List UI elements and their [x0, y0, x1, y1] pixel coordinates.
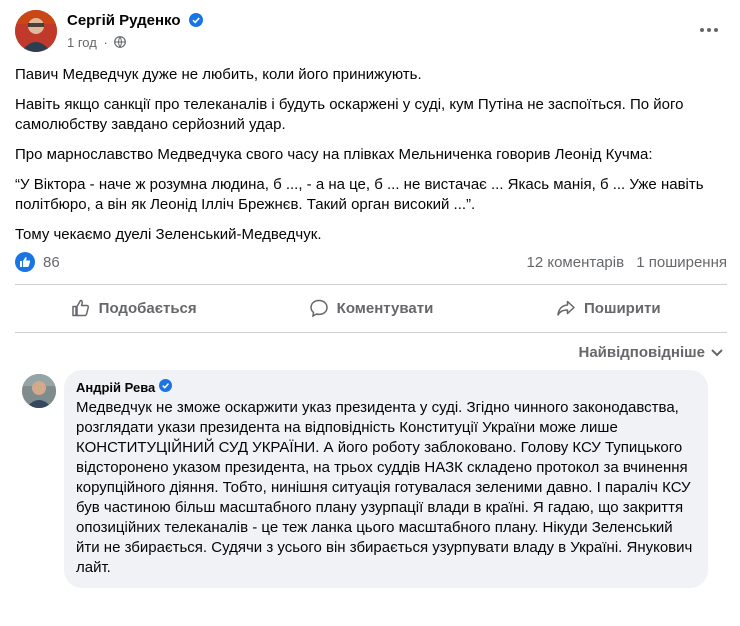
comment-label: Коментувати	[336, 299, 434, 317]
post-paragraph: Павич Медведчук дуже не любить, коли йог…	[15, 66, 422, 83]
more-dot-icon	[714, 28, 718, 32]
comment-sort-dropdown[interactable]: Найвідповідніше	[578, 344, 723, 361]
post-meta: 1 год ·	[67, 35, 127, 50]
comment-icon	[309, 299, 328, 318]
shares-count[interactable]: 1 поширення	[636, 254, 727, 271]
sort-label: Найвідповідніше	[578, 344, 705, 361]
post-body: Павич Медведчук дуже не любить, коли йог…	[15, 65, 727, 255]
chevron-down-icon	[711, 348, 723, 356]
more-options-button[interactable]	[693, 14, 725, 46]
post-header: Сергій Руденко 1 год ·	[15, 8, 725, 56]
verified-icon	[159, 379, 173, 395]
more-dot-icon	[707, 28, 711, 32]
engagement-counts: 12 коментарів 1 поширення	[519, 254, 728, 271]
post-paragraph: “У Віктора - наче ж розумна людина, б ..…	[15, 176, 704, 213]
post-paragraph: Тому чекаємо дуелі Зеленський-Медведчук.	[15, 226, 322, 243]
author-avatar[interactable]	[15, 10, 57, 52]
meta-separator: ·	[103, 35, 108, 50]
post-stats: 86 12 коментарів 1 поширення	[15, 252, 727, 274]
verified-icon	[188, 13, 203, 31]
like-button[interactable]: Подобається	[15, 288, 252, 328]
post-actions: Подобається Коментувати Поширити	[15, 288, 727, 328]
divider	[15, 284, 727, 285]
share-label: Поширити	[584, 299, 661, 317]
globe-icon	[114, 35, 127, 50]
more-dot-icon	[700, 28, 704, 32]
share-button[interactable]: Поширити	[490, 288, 727, 328]
post-paragraph: Навіть якщо санкції про телеканалів і бу…	[15, 96, 684, 133]
divider	[15, 332, 727, 333]
post-time[interactable]: 1 год	[67, 35, 97, 50]
comment-bubble: Андрій Рева Медведчук не зможе оскаржити…	[64, 370, 708, 588]
commenter-avatar[interactable]	[22, 374, 56, 408]
commenter[interactable]: Андрій Рева	[76, 378, 696, 396]
like-reaction-icon	[15, 252, 35, 272]
commenter-name[interactable]: Андрій Рева	[76, 380, 155, 395]
reactions-summary[interactable]: 86	[15, 252, 60, 272]
comment-button[interactable]: Коментувати	[252, 288, 489, 328]
comments-count[interactable]: 12 коментарів	[527, 254, 625, 271]
thumbs-up-icon	[71, 299, 89, 317]
like-label: Подобається	[98, 299, 197, 317]
post-author[interactable]: Сергій Руденко	[67, 12, 203, 31]
likes-count[interactable]: 86	[43, 254, 60, 271]
share-icon	[557, 300, 575, 316]
post-author-name[interactable]: Сергій Руденко	[67, 12, 181, 29]
post-paragraph: Про марнославство Медведчука свого часу …	[15, 146, 653, 163]
comment-text: Медведчук не зможе оскаржити указ презид…	[76, 399, 693, 576]
